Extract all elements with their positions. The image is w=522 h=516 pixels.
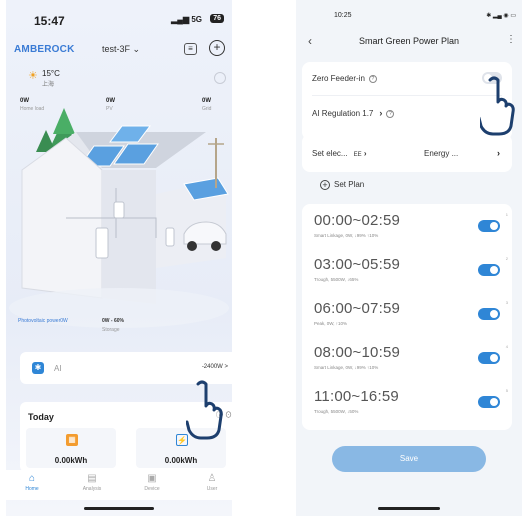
status-bar: 15:47 ▂▄▆ 5G 76 bbox=[6, 12, 232, 30]
pointer-hand-icon bbox=[480, 76, 515, 136]
inverter-icon bbox=[113, 201, 125, 219]
electricity-card: Set elec... EE › Energy ... › bbox=[302, 134, 512, 172]
pv-power-label: Photovoltaic power0W bbox=[18, 318, 68, 324]
plan-index: 5 bbox=[505, 388, 508, 393]
plan-item[interactable]: 06:00~07:59 Peak, 0W, ↑10% 3 bbox=[302, 294, 512, 336]
status-time: 15:47 bbox=[34, 14, 65, 28]
plan-detail: Peak, 0W, ↑10% bbox=[314, 321, 348, 326]
analysis-icon: ▤ bbox=[87, 473, 97, 484]
plan-detail: Smart Linkage, 0W, ↓99% ↑10% bbox=[314, 365, 379, 370]
signal-indicator: ▂▄▆ 5G bbox=[171, 15, 202, 24]
sun-icon: ☀ bbox=[28, 70, 38, 82]
help-icon[interactable]: ? bbox=[386, 110, 395, 118]
plan-item[interactable]: 11:00~16:59 Trough, 5500W, ↓50% 5 bbox=[302, 382, 512, 424]
device-selector[interactable]: test-3F ⌄ bbox=[102, 44, 140, 55]
ai-value: -2400W > bbox=[201, 364, 228, 370]
status-icons: ✱ ▂▄ ◉ ▭ bbox=[486, 13, 516, 19]
ai-regulation-label: AI Regulation 1.7 bbox=[312, 109, 374, 118]
plan-detail: Trough, 5500W, ↓65% bbox=[314, 277, 359, 282]
plan-item[interactable]: 00:00~02:59 Smart Linkage, 0W, ↓99% ↑10%… bbox=[302, 206, 512, 248]
plan-toggle[interactable] bbox=[478, 396, 500, 408]
today-title: Today bbox=[28, 412, 54, 422]
plan-time-range: 06:00~07:59 bbox=[314, 300, 401, 317]
tab-device[interactable]: ▣ Device bbox=[132, 472, 172, 492]
status-time: 10:25 bbox=[334, 12, 352, 19]
battery-device-icon bbox=[95, 227, 109, 259]
today-grid-value: 0.00kWh bbox=[164, 456, 198, 465]
save-button[interactable]: Save bbox=[332, 446, 486, 472]
battery-icon: 76 bbox=[210, 14, 224, 23]
charger-icon bbox=[165, 227, 175, 247]
ai-label: AI bbox=[54, 364, 62, 373]
message-icon[interactable]: ≡ bbox=[184, 43, 197, 55]
plan-time-range: 08:00~10:59 bbox=[314, 344, 401, 361]
weather-desc: 上海 bbox=[42, 82, 55, 88]
add-icon[interactable]: + bbox=[209, 40, 225, 56]
today-solar-box[interactable]: ▦ 0.00kWh bbox=[26, 428, 116, 468]
storage-power: 0W - 60% Storage bbox=[102, 318, 124, 333]
tab-user[interactable]: ♙ User bbox=[192, 472, 232, 492]
zero-feeder-label: Zero Feeder-in bbox=[312, 74, 365, 83]
home-screen: 15:47 ▂▄▆ 5G 76 AMBEROCK test-3F ⌄ ≡ + ☀… bbox=[6, 0, 232, 516]
plan-index: 3 bbox=[505, 300, 508, 305]
brand-logo: AMBEROCK bbox=[14, 44, 75, 55]
energy-button[interactable]: Energy ... bbox=[424, 149, 458, 158]
home-indicator bbox=[84, 507, 154, 510]
page-header: ‹ Smart Green Power Plan ⋮ bbox=[296, 34, 522, 52]
plan-toggle[interactable] bbox=[478, 220, 500, 232]
user-icon: ♙ bbox=[207, 473, 217, 484]
bottom-tab-bar: ⌂ Home ▤ Analysis ▣ Device ♙ User bbox=[6, 470, 232, 500]
plan-time-range: 11:00~16:59 bbox=[314, 388, 399, 405]
chevron-right-icon: › bbox=[379, 108, 383, 118]
plan-index: 2 bbox=[505, 256, 508, 261]
more-icon[interactable]: ⋮ bbox=[506, 34, 516, 45]
plan-toggle[interactable] bbox=[478, 308, 500, 320]
plan-time-range: 00:00~02:59 bbox=[314, 212, 401, 229]
gear-icon: ✱ bbox=[32, 362, 44, 374]
plan-detail: Smart Linkage, 0W, ↓99% ↑10% bbox=[314, 233, 379, 238]
plan-list: 00:00~02:59 Smart Linkage, 0W, ↓99% ↑10%… bbox=[302, 204, 512, 430]
solar-icon: ▦ bbox=[66, 434, 78, 446]
home-icon: ⌂ bbox=[28, 473, 36, 484]
house-illustration bbox=[9, 108, 229, 328]
page-title: Smart Green Power Plan bbox=[358, 36, 460, 46]
tab-analysis[interactable]: ▤ Analysis bbox=[72, 472, 112, 492]
add-circle-icon: + bbox=[320, 180, 330, 190]
set-plan-button[interactable]: + Set Plan bbox=[320, 180, 364, 190]
device-icon: ▣ bbox=[147, 473, 157, 484]
chevron-right-icon[interactable]: › bbox=[497, 148, 500, 158]
status-bar: 10:25 ✱ ▂▄ ◉ ▭ bbox=[296, 12, 522, 26]
set-elec-button[interactable]: Set elec... EE › bbox=[312, 149, 367, 158]
today-solar-value: 0.00kWh bbox=[54, 456, 88, 465]
plan-index: 1 bbox=[505, 212, 508, 217]
plan-toggle[interactable] bbox=[478, 264, 500, 276]
plan-toggle[interactable] bbox=[478, 352, 500, 364]
tab-home[interactable]: ⌂ Home bbox=[12, 472, 52, 492]
plan-index: 4 bbox=[505, 344, 508, 349]
pointer-hand-icon bbox=[186, 380, 223, 440]
plan-item[interactable]: 03:00~05:59 Trough, 5500W, ↓65% 2 bbox=[302, 250, 512, 292]
help-icon[interactable]: ? bbox=[368, 75, 377, 83]
circle-icon[interactable] bbox=[214, 72, 226, 84]
plan-screen: 10:25 ✱ ▂▄ ◉ ▭ ‹ Smart Green Power Plan … bbox=[296, 0, 522, 516]
home-indicator bbox=[378, 507, 440, 510]
plan-detail: Trough, 5500W, ↓50% bbox=[314, 409, 359, 414]
plan-item[interactable]: 08:00~10:59 Smart Linkage, 0W, ↓99% ↑10%… bbox=[302, 338, 512, 380]
weather-temp: 15°C bbox=[42, 69, 60, 78]
plan-time-range: 03:00~05:59 bbox=[314, 256, 401, 273]
